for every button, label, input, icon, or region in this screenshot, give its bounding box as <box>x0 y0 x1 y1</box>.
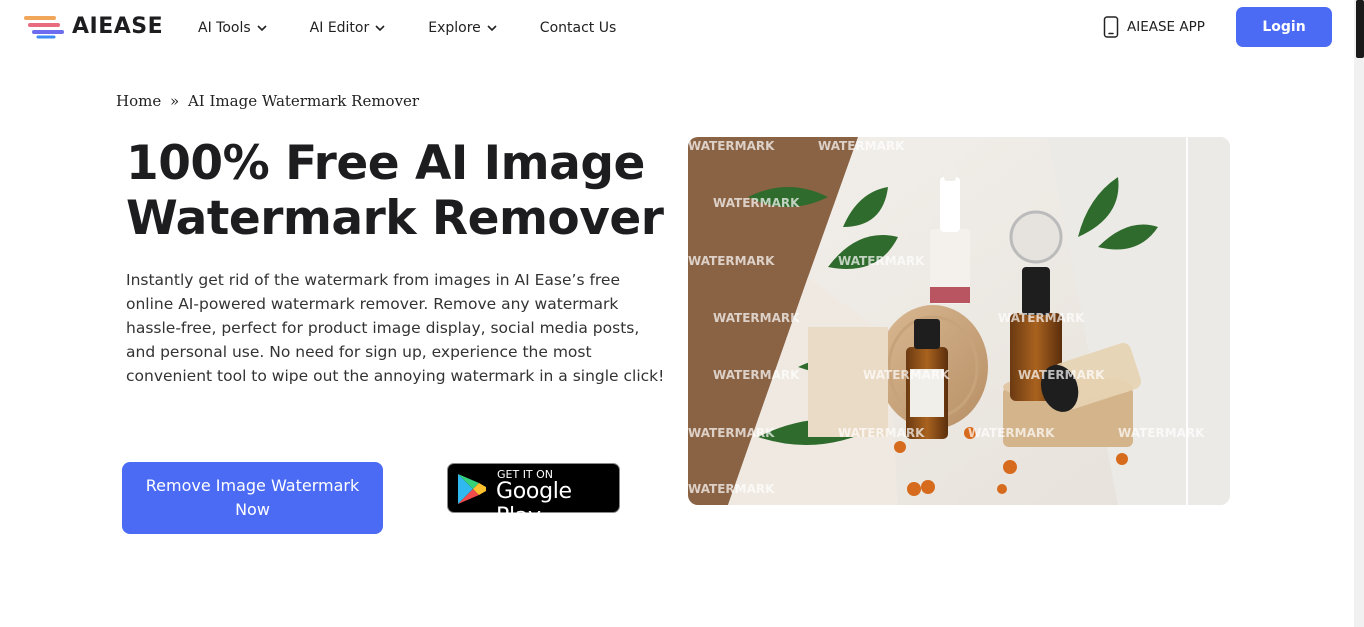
aiease-logo-icon <box>24 15 64 39</box>
watermark-text: WATERMARK <box>818 139 905 153</box>
chevron-down-icon <box>487 25 497 32</box>
nav-ai-tools[interactable]: AI Tools <box>198 18 268 38</box>
watermark-text: WATERMARK <box>1118 426 1205 440</box>
watermark-text: WATERMARK <box>688 139 775 153</box>
nav-explore-label: Explore <box>428 20 481 36</box>
chevron-down-icon <box>375 25 385 32</box>
mobile-phone-icon <box>1103 16 1119 38</box>
watermark-text: WATERMARK <box>968 426 1055 440</box>
main-nav: AI Tools AI Editor Explore Contact Us <box>198 18 658 38</box>
remove-watermark-button[interactable]: Remove Image Watermark Now <box>122 462 383 534</box>
nav-ai-tools-label: AI Tools <box>198 20 251 36</box>
page-title-line-2: Watermark Remover <box>126 191 664 246</box>
watermark-text: WATERMARK <box>713 368 800 382</box>
store-name-text: Google Play <box>496 479 572 529</box>
site-header: AIEASE AI Tools AI Editor Explore Contac… <box>0 0 1354 56</box>
breadcrumb-current: AI Image Watermark Remover <box>187 92 420 110</box>
login-button[interactable]: Login <box>1236 7 1332 47</box>
page-title: 100% Free AI Image Watermark Remover <box>126 136 686 246</box>
page-title-line-1: 100% Free AI Image <box>126 136 645 191</box>
nav-ai-editor-label: AI Editor <box>309 20 370 36</box>
aiease-app-label: AIEASE APP <box>1127 19 1205 35</box>
watermark-text: WATERMARK <box>688 254 775 268</box>
watermark-text: WATERMARK <box>1018 368 1105 382</box>
product-photo-illustration: WATERMARK WATERMARK WATERMARK WATERMARK … <box>688 137 1230 505</box>
aiease-app-link[interactable]: AIEASE APP <box>1103 16 1205 38</box>
google-play-badge[interactable]: GET IT ON Google Play <box>447 463 620 529</box>
breadcrumb-home[interactable]: Home <box>116 92 161 110</box>
page-scrollbar[interactable] <box>1354 0 1364 627</box>
watermark-text: WATERMARK <box>863 368 950 382</box>
watermark-text: WATERMARK <box>713 196 800 210</box>
watermark-text: WATERMARK <box>688 426 775 440</box>
nav-ai-editor[interactable]: AI Editor <box>310 18 387 38</box>
nav-contact-us[interactable]: Contact Us <box>540 18 616 38</box>
hero-description: Instantly get rid of the watermark from … <box>126 271 665 385</box>
scrollbar-thumb[interactable] <box>1356 0 1364 58</box>
chevron-down-icon <box>257 25 267 32</box>
breadcrumb: Home » AI Image Watermark Remover <box>116 92 423 110</box>
brand-name: AIEASE <box>72 14 164 39</box>
watermark-text: WATERMARK <box>998 311 1085 325</box>
watermarked-product-image: WATERMARK WATERMARK WATERMARK WATERMARK … <box>688 137 1230 505</box>
breadcrumb-separator: » <box>170 92 180 110</box>
before-after-divider[interactable] <box>1186 137 1188 505</box>
watermark-text: WATERMARK <box>713 311 800 325</box>
nav-explore[interactable]: Explore <box>428 18 498 38</box>
nav-contact-us-label: Contact Us <box>539 20 617 36</box>
watermark-text: WATERMARK <box>838 254 925 268</box>
brand-logo[interactable]: AIEASE <box>24 14 163 39</box>
watermark-text: WATERMARK <box>838 426 925 440</box>
google-play-icon <box>458 474 486 504</box>
watermark-text: WATERMARK <box>688 482 775 496</box>
